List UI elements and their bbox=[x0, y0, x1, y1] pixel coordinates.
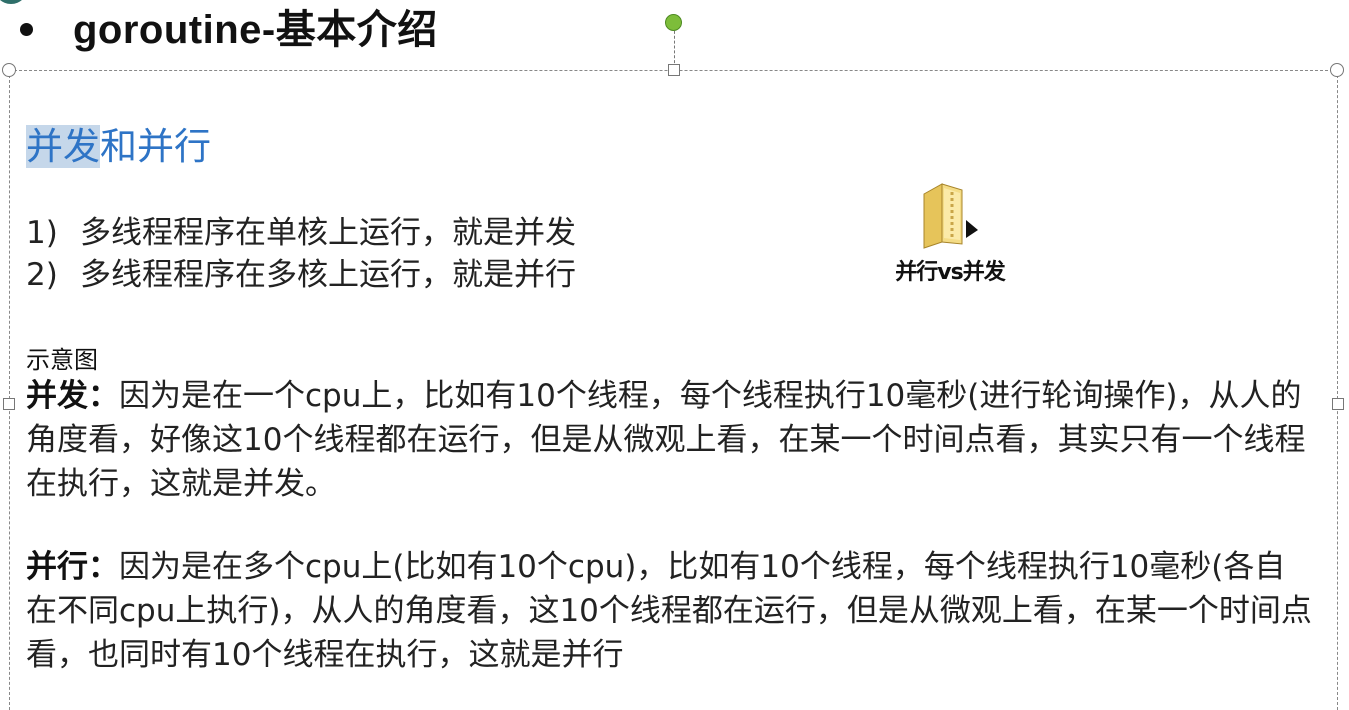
resize-handle-left[interactable] bbox=[3, 398, 15, 410]
concurrency-paragraph: 并发：因为是在一个cpu上，比如有10个线程，每个线程执行10毫秒(进行轮询操作… bbox=[26, 374, 1316, 506]
selected-text[interactable]: 并发 bbox=[26, 125, 100, 168]
file-label[interactable]: 并行vs并发 bbox=[880, 254, 1020, 286]
parallelism-label: 并行： bbox=[26, 549, 119, 585]
list-text: 多线程程序在多核上运行，就是并行 bbox=[80, 257, 576, 293]
concurrency-label: 并发： bbox=[26, 378, 119, 414]
list-item: 2) 多线程程序在多核上运行，就是并行 bbox=[26, 254, 576, 296]
list-number: 1) bbox=[26, 215, 58, 251]
concurrency-text: 因为是在一个cpu上，比如有10个线程，每个线程执行10毫秒(进行轮询操作)，从… bbox=[26, 378, 1306, 502]
heading-rest: 和并行 bbox=[100, 125, 211, 168]
section-heading[interactable]: 并发和并行 bbox=[26, 122, 211, 172]
parallelism-paragraph: 并行：因为是在多个cpu上(比如有10个cpu)，比如有10个线程，每个线程执行… bbox=[26, 545, 1316, 677]
bullet-icon bbox=[20, 22, 33, 36]
slide-title-row: goroutine-基本介绍 bbox=[14, 0, 438, 52]
folder-shortcut-icon[interactable] bbox=[914, 180, 986, 252]
resize-handle-top[interactable] bbox=[668, 64, 680, 76]
resize-handle-top-left[interactable] bbox=[2, 63, 16, 77]
resize-handle-top-right[interactable] bbox=[1330, 63, 1344, 77]
list-text: 多线程程序在单核上运行，就是并发 bbox=[80, 215, 576, 251]
parallelism-text: 因为是在多个cpu上(比如有10个cpu)，比如有10个线程，每个线程执行10毫… bbox=[26, 549, 1312, 673]
slide-title: goroutine-基本介绍 bbox=[73, 8, 438, 52]
rotate-connector bbox=[674, 26, 675, 68]
list-item: 1) 多线程程序在单核上运行，就是并发 bbox=[26, 212, 576, 254]
resize-handle-right[interactable] bbox=[1332, 398, 1344, 410]
list-number: 2) bbox=[26, 257, 58, 293]
definition-list: 1) 多线程程序在单核上运行，就是并发 2) 多线程程序在多核上运行，就是并行 bbox=[26, 212, 576, 296]
diagram-caption: 示意图 bbox=[26, 346, 98, 374]
rotate-handle[interactable] bbox=[665, 14, 682, 31]
